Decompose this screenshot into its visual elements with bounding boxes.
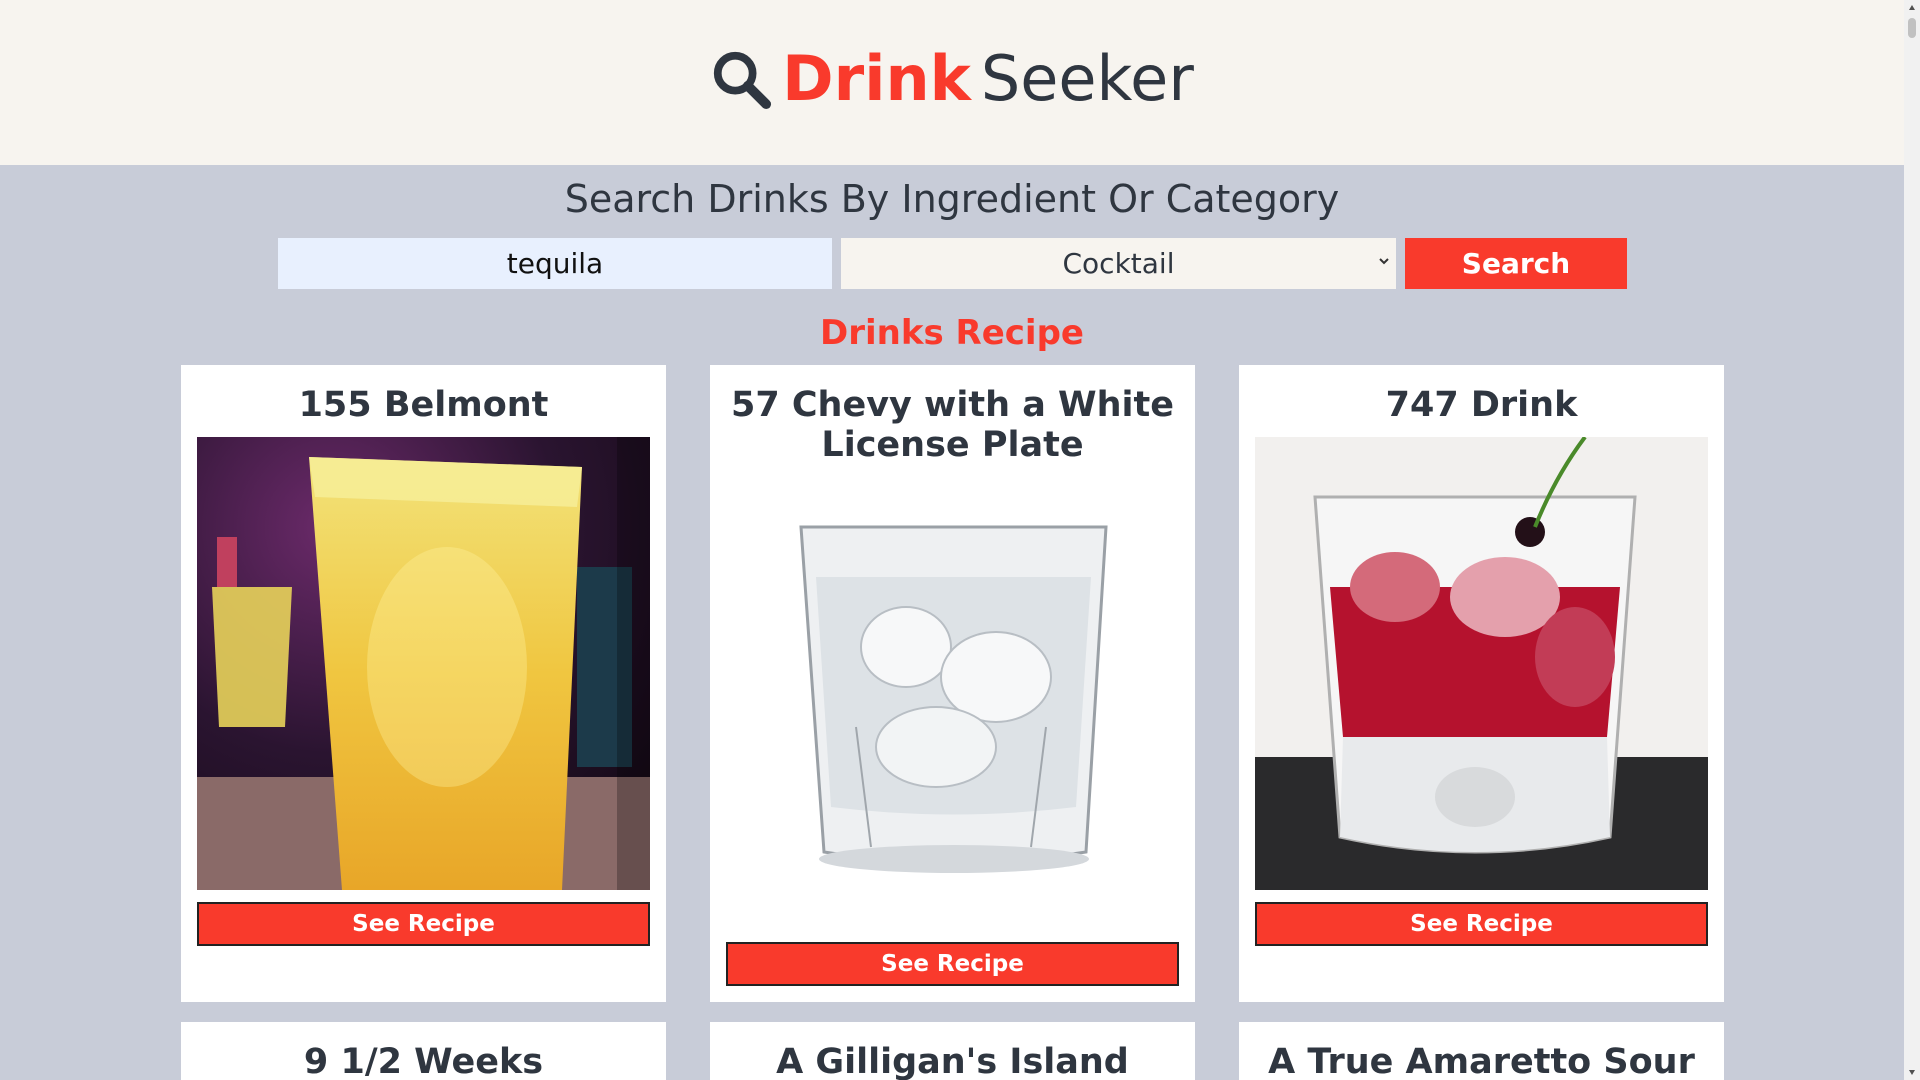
search-heading: Search Drinks By Ingredient Or Category <box>564 177 1340 221</box>
clear-drink-image[interactable] <box>726 477 1179 930</box>
site-header: Drink Seeker <box>0 0 1904 165</box>
drink-card-title: A Gilligan's Island <box>776 1042 1129 1080</box>
scroll-down-arrow-icon[interactable] <box>1908 1068 1916 1076</box>
scroll-up-arrow-icon[interactable] <box>1908 4 1916 12</box>
drink-card: A True Amaretto Sour <box>1239 1022 1724 1080</box>
drink-card: A Gilligan's Island <box>710 1022 1195 1080</box>
category-selected-value: Cocktail <box>1062 247 1175 280</box>
brand-logo[interactable]: Drink Seeker <box>710 42 1194 115</box>
chevron-down-icon <box>1379 258 1389 265</box>
drink-card-title: 9 1/2 Weeks <box>303 1042 544 1080</box>
drink-card-title: 57 Chevy with a White License Plate <box>730 385 1174 465</box>
drink-card-title: 155 Belmont <box>298 385 549 425</box>
orange-cocktail-image[interactable] <box>197 437 650 890</box>
drink-card: 747 Drink See Recipe <box>1239 365 1724 1002</box>
drink-card: 155 Belmont See Recipe <box>181 365 666 1002</box>
see-recipe-button[interactable]: See Recipe <box>197 902 650 946</box>
results-title: Drinks Recipe <box>820 313 1084 353</box>
main-content: Search Drinks By Ingredient Or Category … <box>0 165 1904 1080</box>
scroll-thumb[interactable] <box>1908 18 1916 38</box>
category-select[interactable]: Cocktail <box>841 238 1396 289</box>
page-scrollbar[interactable] <box>1904 0 1920 1080</box>
drink-card: 57 Chevy with a White License Plate See … <box>710 365 1195 1002</box>
ingredient-search-input[interactable] <box>278 238 832 289</box>
drink-card: 9 1/2 Weeks <box>181 1022 666 1080</box>
see-recipe-button[interactable]: See Recipe <box>1255 902 1708 946</box>
brand-word-drink: Drink <box>782 42 971 115</box>
red-cocktail-image[interactable] <box>1255 437 1708 890</box>
brand-word-seeker: Seeker <box>980 42 1194 115</box>
see-recipe-button[interactable]: See Recipe <box>726 942 1179 986</box>
search-icon <box>710 48 772 110</box>
drink-card-title: 747 Drink <box>1385 385 1578 425</box>
search-button[interactable]: Search <box>1405 238 1627 289</box>
drink-card-title: A True Amaretto Sour <box>1268 1042 1695 1080</box>
